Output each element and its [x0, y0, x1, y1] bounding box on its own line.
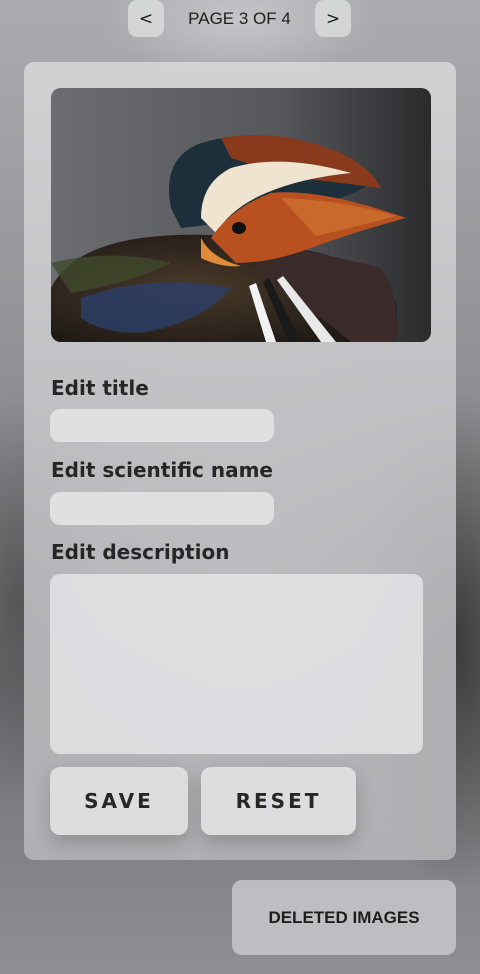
previous-page-button[interactable]: <	[128, 0, 164, 37]
description-textarea[interactable]	[50, 574, 423, 754]
title-label: Edit title	[51, 376, 149, 400]
edit-image-card: Edit title Edit scientific name Edit des…	[24, 62, 456, 860]
mandarin-duck-image	[51, 88, 431, 342]
bird-photo	[51, 88, 431, 342]
scientific-name-input[interactable]	[50, 492, 274, 525]
title-input[interactable]	[50, 409, 274, 442]
description-label: Edit description	[51, 540, 230, 564]
save-button[interactable]: SAVE	[50, 767, 188, 835]
next-page-button[interactable]: >	[315, 0, 351, 37]
deleted-images-button[interactable]: DELETED IMAGES	[232, 880, 456, 955]
scientific-name-label: Edit scientific name	[51, 458, 273, 482]
pagination: < PAGE 3 OF 4 >	[128, 0, 352, 37]
page-indicator: PAGE 3 OF 4	[188, 8, 291, 28]
reset-button[interactable]: RESET	[201, 767, 356, 835]
